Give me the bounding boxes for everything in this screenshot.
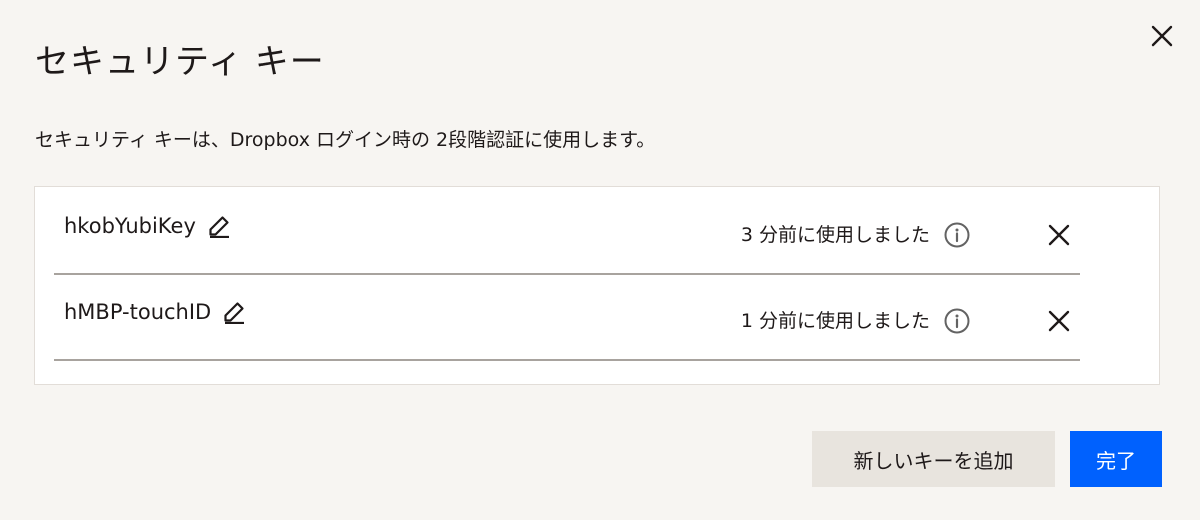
close-icon <box>1151 25 1173 47</box>
dialog-description: セキュリティ キーは、Dropbox ログイン時の 2段階認証に使用します。 <box>35 129 656 151</box>
remove-key-button[interactable] <box>1044 306 1074 336</box>
security-key-row: hMBP-touchID 1 分前に使用しました <box>54 275 1080 361</box>
pencil-icon <box>224 302 245 324</box>
security-key-list: hkobYubiKey 3 分前に使用しました hMBP-touchID 1 分… <box>34 186 1160 385</box>
edit-key-name-button[interactable] <box>221 299 247 325</box>
close-icon <box>1048 224 1070 246</box>
last-used-text: 3 分前に使用しました <box>740 224 930 246</box>
dialog-title: セキュリティ キー <box>35 42 325 82</box>
done-button[interactable]: 完了 <box>1070 431 1162 487</box>
edit-key-name-button[interactable] <box>206 213 232 239</box>
last-used-info-button[interactable] <box>943 307 971 335</box>
key-name-group: hMBP-touchID <box>64 297 247 327</box>
key-name: hkobYubiKey <box>64 214 196 238</box>
last-used-info-button[interactable] <box>943 221 971 249</box>
security-key-row: hkobYubiKey 3 分前に使用しました <box>54 187 1080 275</box>
key-name: hMBP-touchID <box>64 300 212 324</box>
key-name-group: hkobYubiKey <box>64 211 232 241</box>
close-icon <box>1048 310 1070 332</box>
remove-key-button[interactable] <box>1044 220 1074 250</box>
last-used-text: 1 分前に使用しました <box>740 310 930 332</box>
close-dialog-button[interactable] <box>1146 20 1178 52</box>
info-icon <box>944 222 970 248</box>
add-new-key-button[interactable]: 新しいキーを追加 <box>812 431 1055 487</box>
security-keys-dialog: セキュリティ キー セキュリティ キーは、Dropbox ログイン時の 2段階認… <box>0 0 1200 520</box>
pencil-icon <box>209 216 229 238</box>
info-icon <box>944 308 970 334</box>
